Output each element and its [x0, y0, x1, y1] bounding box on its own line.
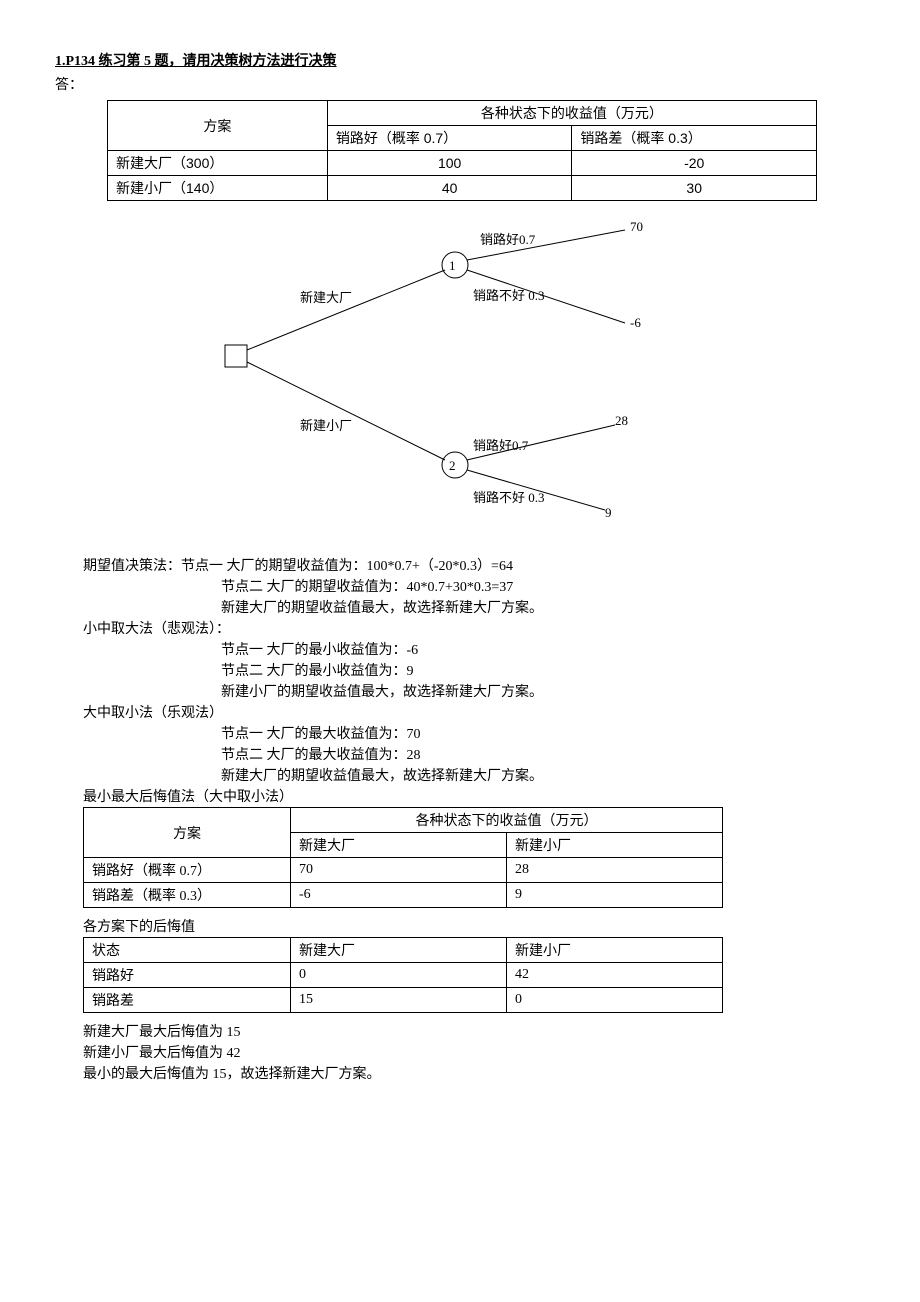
th-group: 各种状态下的收益值（万元）: [327, 101, 816, 126]
cell: 28: [507, 858, 723, 883]
table-row: 新建小厂（140） 40 30: [108, 176, 817, 201]
table-row: 销路好（概率 0.7） 70 28: [84, 858, 723, 883]
text-line: 小中取大法（悲观法）：: [83, 618, 865, 638]
value-70: 70: [630, 219, 643, 235]
th-state: 状态: [84, 938, 291, 963]
regret-value-table: 状态 新建大厂 新建小厂 销路好 0 42 销路差 15 0: [83, 937, 723, 1013]
answer-label: 答：: [55, 74, 865, 94]
text-line: 节点二 大厂的最小收益值为：9: [221, 660, 865, 680]
cell: 销路差: [84, 988, 291, 1013]
regret-payoff-table: 方案 各种状态下的收益值（万元） 新建大厂 新建小厂 销路好（概率 0.7） 7…: [83, 807, 723, 908]
table-row: 销路好 0 42: [84, 963, 723, 988]
cell: 15: [291, 988, 507, 1013]
cell-plan: 新建大厂（300）: [108, 151, 328, 176]
cell: 42: [507, 963, 723, 988]
text-line: 新建小厂的期望收益值最大，故选择新建大厂方案。: [221, 681, 865, 701]
regret-section: 最小最大后悔值法（大中取小法）: [83, 786, 865, 806]
th-plan: 方案: [84, 808, 291, 858]
label-small-factory: 新建小厂: [300, 415, 352, 434]
cell: 0: [507, 988, 723, 1013]
cell: 销路差（概率 0.3）: [84, 883, 291, 908]
cell-plan: 新建小厂（140）: [108, 176, 328, 201]
optimistic-section: 大中取小法（乐观法） 节点一 大厂的最大收益值为：70 节点二 大厂的最大收益值…: [83, 702, 865, 785]
text-line: 新建大厂的期望收益值最大，故选择新建大厂方案。: [221, 597, 865, 617]
cell: 70: [291, 858, 507, 883]
th-plan: 方案: [108, 101, 328, 151]
cell: 0: [291, 963, 507, 988]
cell: 9: [507, 883, 723, 908]
regret-subtitle: 各方案下的后悔值: [83, 916, 865, 936]
text-line: 节点二 大厂的期望收益值为：40*0.7+30*0.3=37: [221, 576, 865, 596]
table-row: 销路差 15 0: [84, 988, 723, 1013]
label-bad-03-b: 销路不好 0.3: [473, 487, 545, 506]
value-9: 9: [605, 505, 612, 521]
text-line: 大中取小法（乐观法）: [83, 702, 865, 722]
th-big: 新建大厂: [291, 833, 507, 858]
value-neg6: -6: [630, 315, 641, 331]
decision-tree-diagram: 新建大厂 新建小厂 1 2 销路好0.7 70 销路不好 0.3 -6 销路好0…: [205, 215, 705, 525]
expected-value-section: 期望值决策法：节点一 大厂的期望收益值为：100*0.7+（-20*0.3）=6…: [83, 555, 865, 617]
payoff-table: 方案 各种状态下的收益值（万元） 销路好（概率 0.7） 销路差（概率 0.3）…: [107, 100, 817, 201]
th-big: 新建大厂: [291, 938, 507, 963]
th-bad: 销路差（概率 0.3）: [572, 126, 817, 151]
text-line: 新建小厂最大后悔值为 42: [83, 1042, 865, 1062]
label-good-07-a: 销路好0.7: [480, 229, 535, 248]
text-line: 节点一 大厂的最大收益值为：70: [221, 723, 865, 743]
node-2: 2: [449, 458, 456, 474]
label-big-factory: 新建大厂: [300, 287, 352, 306]
table-row: 新建大厂（300） 100 -20: [108, 151, 817, 176]
table-row: 销路差（概率 0.3） -6 9: [84, 883, 723, 908]
cell: 销路好: [84, 963, 291, 988]
text-line: 节点一 大厂的最小收益值为：-6: [221, 639, 865, 659]
cell-good: 100: [327, 151, 572, 176]
question-title: 1.P134 练习第 5 题，请用决策树方法进行决策: [55, 50, 865, 70]
cell-bad: -20: [572, 151, 817, 176]
node-1: 1: [449, 258, 456, 274]
text-line: 新建大厂最大后悔值为 15: [83, 1021, 865, 1041]
text-line: 节点二 大厂的最大收益值为：28: [221, 744, 865, 764]
pessimistic-section: 小中取大法（悲观法）： 节点一 大厂的最小收益值为：-6 节点二 大厂的最小收益…: [83, 618, 865, 701]
text-line: 期望值决策法：节点一 大厂的期望收益值为：100*0.7+（-20*0.3）=6…: [83, 555, 865, 575]
label-good-07-b: 销路好0.7: [473, 435, 528, 454]
text-line: 新建大厂的期望收益值最大，故选择新建大厂方案。: [221, 765, 865, 785]
label-bad-03-a: 销路不好 0.3: [473, 285, 545, 304]
th-small: 新建小厂: [507, 938, 723, 963]
th-good: 销路好（概率 0.7）: [327, 126, 572, 151]
value-28: 28: [615, 413, 628, 429]
conclusion-section: 新建大厂最大后悔值为 15 新建小厂最大后悔值为 42 最小的最大后悔值为 15…: [83, 1021, 865, 1083]
regret-title: 最小最大后悔值法（大中取小法）: [83, 786, 865, 806]
th-small: 新建小厂: [507, 833, 723, 858]
cell: 销路好（概率 0.7）: [84, 858, 291, 883]
text-line: 各方案下的后悔值: [83, 916, 865, 936]
cell: -6: [291, 883, 507, 908]
text-line: 最小的最大后悔值为 15，故选择新建大厂方案。: [83, 1063, 865, 1083]
cell-good: 40: [327, 176, 572, 201]
cell-bad: 30: [572, 176, 817, 201]
th-group: 各种状态下的收益值（万元）: [291, 808, 723, 833]
